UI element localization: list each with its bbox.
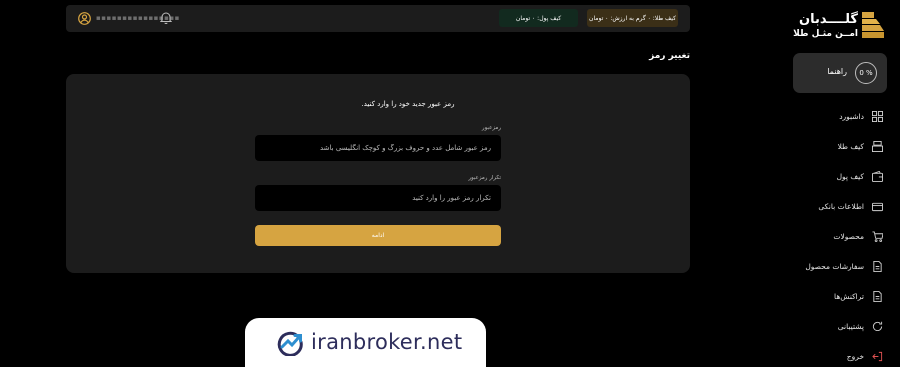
gold-wallet-icon [872, 140, 883, 152]
user-avatar-icon[interactable] [78, 12, 91, 25]
dashboard-icon [872, 110, 883, 122]
brand-name: گلــــدبان [798, 12, 858, 27]
sidebar-item-support[interactable]: پشتیبانی [793, 311, 885, 341]
confirm-password-field[interactable] [255, 185, 501, 211]
logout-icon [872, 351, 883, 361]
sidebar-item-transactions[interactable]: تراکنش‌ها [793, 281, 885, 311]
money-wallet-balance[interactable]: کیف پول: ۰ تومان [499, 9, 578, 27]
sidebar-item-label: تراکنش‌ها [834, 291, 864, 301]
brand-logo[interactable]: گلــــدبان امــن مثـل طلا [793, 12, 884, 44]
confirm-password-label: تکرار رمزعبور [468, 175, 501, 181]
sidebar-item-wallet[interactable]: کیف پول [793, 161, 885, 191]
top-header: ▪▪▪▪▪▪▪▪▪▪▪▪▪▪▪▪ کیف پول: ۰ تومان کیف طل… [66, 5, 690, 32]
sidebar-item-label: خروج [846, 351, 864, 361]
sidebar: گلــــدبان امــن مثـل طلا 0 % راهنما داش… [780, 0, 900, 367]
document-icon [873, 290, 882, 302]
sidebar-item-gold-wallet[interactable]: کیف طلا [793, 131, 885, 161]
document-icon [873, 260, 882, 272]
wallet-icon [872, 170, 883, 182]
gold-bars-logo-icon [862, 12, 884, 38]
bell-icon[interactable] [160, 11, 172, 24]
continue-button[interactable]: ادامه [255, 225, 501, 246]
sidebar-item-label: کیف طلا [837, 141, 864, 151]
watermark-banner: iranbroker.net [245, 318, 486, 367]
password-field[interactable] [255, 135, 501, 161]
change-password-card: رمز عبور جدید خود را وارد کنید. رمزعبور … [66, 74, 690, 273]
gold-wallet-balance[interactable]: کیف طلا: ۰ گرم به ارزش: ۰ تومان [587, 9, 678, 27]
page-title: تغییر رمز [649, 51, 690, 61]
guide-label: راهنما [827, 67, 847, 76]
sidebar-item-label: کیف پول [836, 171, 864, 181]
sidebar-nav: داشبورد کیف طلا کیف پول اطلاعات بانکی مح… [793, 101, 885, 367]
form-instructions: رمز عبور جدید خود را وارد کنید. [361, 100, 455, 108]
brand-tagline: امــن مثـل طلا [793, 29, 858, 39]
sidebar-item-dashboard[interactable]: داشبورد [793, 101, 885, 131]
sidebar-item-label: اطلاعات بانکی [818, 201, 864, 211]
bank-card-icon [872, 202, 883, 211]
progress-ring: 0 % [855, 62, 877, 84]
sidebar-item-bank-info[interactable]: اطلاعات بانکی [793, 191, 885, 221]
password-label: رمزعبور [481, 125, 501, 131]
watermark-text: iranbroker.net [311, 330, 463, 354]
guide-progress-card[interactable]: 0 % راهنما [793, 53, 887, 93]
sidebar-item-label: سفارشات محصول [805, 261, 864, 271]
support-icon [872, 321, 883, 331]
cart-icon [872, 230, 883, 242]
sidebar-item-label: محصولات [833, 231, 864, 241]
sidebar-item-products[interactable]: محصولات [793, 221, 885, 251]
sidebar-item-logout[interactable]: خروج [793, 341, 885, 367]
trend-logo-icon [277, 331, 303, 356]
sidebar-item-label: پشتیبانی [837, 321, 864, 331]
sidebar-item-orders[interactable]: سفارشات محصول [793, 251, 885, 281]
sidebar-item-label: داشبورد [839, 111, 864, 121]
